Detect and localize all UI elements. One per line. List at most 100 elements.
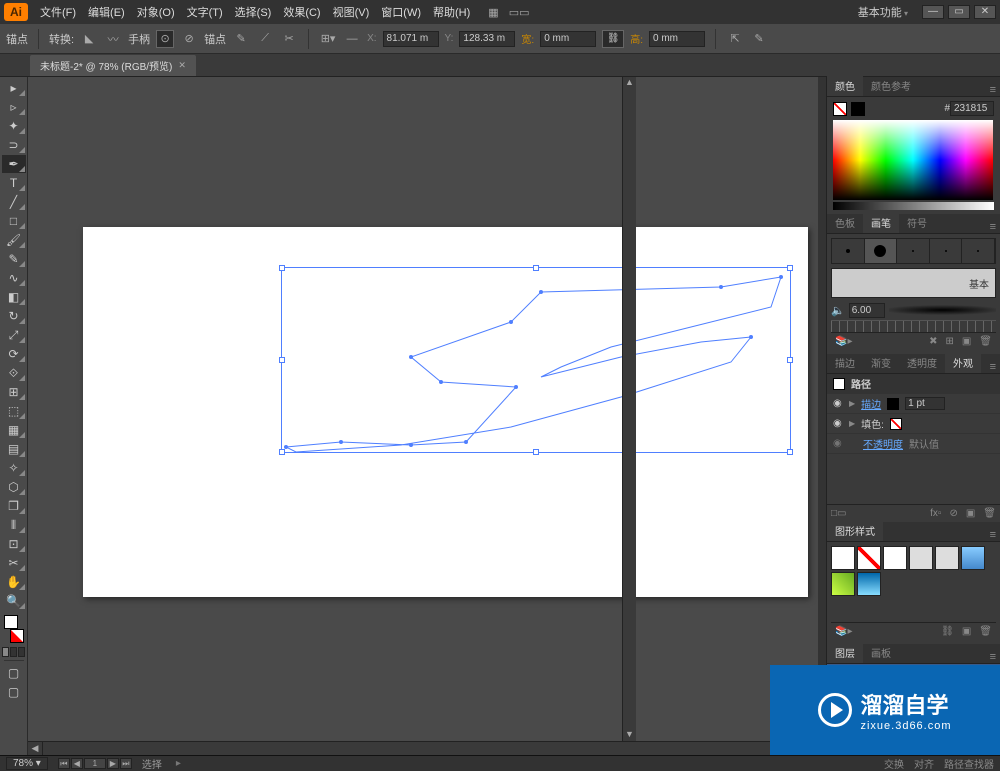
scroll-down-icon[interactable]: ▼ xyxy=(623,729,636,741)
menu-type[interactable]: 文字(T) xyxy=(181,4,229,20)
tab-layers[interactable]: 图层 xyxy=(827,642,863,663)
h-input[interactable]: 0 mm xyxy=(649,31,705,47)
visibility-icon[interactable]: ◉ xyxy=(833,398,843,409)
opacity-link[interactable]: 不透明度 xyxy=(863,436,903,451)
visibility-icon[interactable]: ◉ xyxy=(833,418,843,429)
style-thumb[interactable] xyxy=(831,546,855,570)
remove-anchor-icon[interactable]: ✎ xyxy=(232,30,250,48)
page-input[interactable]: 1 xyxy=(84,758,106,769)
paintbrush-tool[interactable]: 🖌 xyxy=(2,231,26,249)
handle-show-icon[interactable]: ⊙ xyxy=(156,30,174,48)
brush-remove-icon[interactable]: ✖ xyxy=(929,336,937,347)
style-thumb[interactable] xyxy=(961,546,985,570)
link-wh-icon[interactable]: ⛓ xyxy=(602,30,624,48)
type-tool[interactable]: T xyxy=(2,174,26,192)
workspace-switcher[interactable]: 基本功能 xyxy=(858,4,908,20)
perspective-tool[interactable]: ⬚ xyxy=(2,402,26,420)
fill-swatch[interactable] xyxy=(890,418,902,430)
new-style-icon[interactable]: ▣ xyxy=(962,626,971,637)
isolate-icon[interactable]: ⇱ xyxy=(726,30,744,48)
style-thumb[interactable] xyxy=(935,546,959,570)
brush-options-icon[interactable]: ⊞ xyxy=(945,336,953,347)
fill-stroke-swatches[interactable] xyxy=(2,615,26,643)
stroke-link[interactable]: 描边 xyxy=(861,396,881,411)
menu-select[interactable]: 选择(S) xyxy=(229,4,278,20)
brush-thumbnails[interactable] xyxy=(831,238,996,264)
delete-style-icon[interactable]: 🗑 xyxy=(979,626,992,637)
tab-appearance[interactable]: 外观 xyxy=(945,352,981,373)
tab-gradient[interactable]: 渐变 xyxy=(863,352,899,373)
tab-color-guide[interactable]: 颜色参考 xyxy=(863,75,919,96)
panel-collapse-strip[interactable] xyxy=(818,77,826,755)
brush-delete-icon[interactable]: 🗑 xyxy=(979,336,992,347)
brush-lib-icon[interactable]: 📚▸ xyxy=(835,336,852,347)
grayscale-strip[interactable] xyxy=(833,202,994,210)
tab-artboards[interactable]: 画板 xyxy=(863,642,899,663)
break-link-icon[interactable]: ⛓ xyxy=(941,626,954,637)
tab-symbols[interactable]: 符号 xyxy=(899,212,935,233)
canvas-area[interactable]: ▲ ▼ ◀ ▶ xyxy=(28,77,818,755)
tab-stroke[interactable]: 描边 xyxy=(827,352,863,373)
zoom-tool[interactable]: 🔍 xyxy=(2,592,26,610)
stroke-swatch-icon[interactable] xyxy=(851,102,865,116)
first-icon[interactable]: ⏮ xyxy=(58,758,70,769)
last-icon[interactable]: ⏭ xyxy=(120,758,132,769)
gradient-tool[interactable]: ▤ xyxy=(2,440,26,458)
artboard-tool[interactable]: ⊡ xyxy=(2,535,26,553)
stroke-swatch[interactable] xyxy=(887,398,899,410)
zoom-input[interactable]: 78% ▾ xyxy=(6,757,48,770)
style-thumb[interactable] xyxy=(909,546,933,570)
maximize-button[interactable]: ▭ xyxy=(948,5,970,19)
column-graph-tool[interactable]: ⫴ xyxy=(2,516,26,534)
tab-swatches[interactable]: 色板 xyxy=(827,212,863,233)
convert-corner-icon[interactable]: ◣ xyxy=(80,30,98,48)
scale-tool[interactable]: ⤢ xyxy=(2,326,26,344)
eyedropper-tool[interactable]: ✧ xyxy=(2,459,26,477)
cut-anchor-icon[interactable]: ✂ xyxy=(280,30,298,48)
w-input[interactable]: 0 mm xyxy=(540,31,596,47)
expand-icon[interactable]: ▶ xyxy=(849,399,855,408)
horizontal-scrollbar[interactable]: ◀ ▶ xyxy=(28,741,804,755)
slice-tool[interactable]: ✂ xyxy=(2,554,26,572)
bridge-icon[interactable]: ▦ xyxy=(488,6,498,19)
artboard-nav[interactable]: ⏮ ◀ 1 ▶ ⏭ xyxy=(58,758,132,769)
eraser-tool[interactable]: ◧ xyxy=(2,288,26,306)
draw-mode-icon[interactable]: ▢ xyxy=(2,664,26,682)
prev-icon[interactable]: ◀ xyxy=(71,758,83,769)
tab-transform-footer[interactable]: 交换 xyxy=(884,756,904,771)
pen-tool[interactable]: ✒ xyxy=(2,155,26,173)
add-effect-icon[interactable]: fx▫ xyxy=(930,508,941,519)
style-thumb[interactable] xyxy=(831,572,855,596)
pencil-tool[interactable]: ✎ xyxy=(2,250,26,268)
tab-color[interactable]: 颜色 xyxy=(827,75,863,96)
del-icon[interactable]: 🗑 xyxy=(983,508,996,519)
screen-mode-icon[interactable]: ▢ xyxy=(2,683,26,701)
brush-new-icon[interactable]: ▣ xyxy=(962,336,971,347)
x-input[interactable]: 81.071 m xyxy=(383,31,439,47)
styles-lib-icon[interactable]: 📚▸ xyxy=(835,626,852,637)
tab-align-footer[interactable]: 对齐 xyxy=(914,756,934,771)
shape-builder-tool[interactable]: ⊞ xyxy=(2,383,26,401)
hline-icon[interactable]: — xyxy=(343,30,361,48)
color-spectrum[interactable] xyxy=(833,120,993,200)
brush-size-input[interactable] xyxy=(849,303,885,318)
connect-anchor-icon[interactable]: ⟋ xyxy=(256,30,274,48)
menu-help[interactable]: 帮助(H) xyxy=(427,4,476,20)
style-thumb[interactable] xyxy=(857,546,881,570)
menu-edit[interactable]: 编辑(E) xyxy=(82,4,131,20)
dup-icon[interactable]: ▣ xyxy=(966,508,975,519)
symbol-sprayer-tool[interactable]: ❐ xyxy=(2,497,26,515)
expand-icon[interactable]: ▶ xyxy=(849,419,855,428)
arrange-icon[interactable]: ▭▭ xyxy=(509,6,530,19)
menu-object[interactable]: 对象(O) xyxy=(131,4,181,20)
styles-grid[interactable] xyxy=(831,546,996,596)
free-transform-tool[interactable]: ⟐ xyxy=(2,364,26,382)
menu-window[interactable]: 窗口(W) xyxy=(375,4,427,20)
close-tab-icon[interactable]: ✕ xyxy=(178,60,186,71)
scroll-up-icon[interactable]: ▲ xyxy=(623,77,636,89)
tab-pathfinder-footer[interactable]: 路径查找器 xyxy=(944,756,994,771)
style-thumb[interactable] xyxy=(883,546,907,570)
line-tool[interactable]: ╱ xyxy=(2,193,26,211)
minimize-button[interactable]: — xyxy=(922,5,944,19)
y-input[interactable]: 128.33 m xyxy=(459,31,515,47)
